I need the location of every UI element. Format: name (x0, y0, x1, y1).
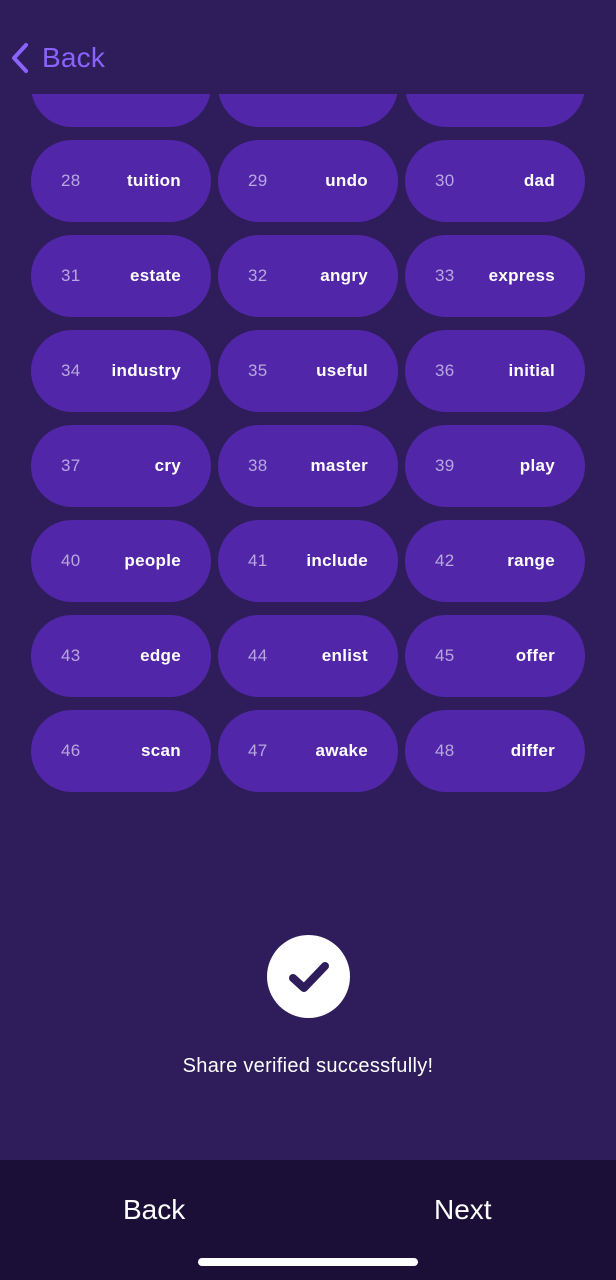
word-text: angry (320, 266, 368, 285)
word-number: 43 (61, 646, 81, 665)
word-number: 33 (435, 266, 455, 285)
word-text: estate (130, 266, 181, 285)
word-number: 36 (435, 361, 455, 380)
word-number: 40 (61, 551, 81, 570)
word-pill: 36 initial (405, 330, 585, 412)
word-grid: 28 tuition 29 undo 30 dad 31 estate 32 angry 33 exp… (31, 94, 585, 792)
word-pill (405, 94, 585, 127)
word-pill: 40 people (31, 520, 211, 602)
word-pill: 48 differ (405, 710, 585, 792)
word-pill: 28 tuition (31, 140, 211, 222)
word-number: 30 (435, 171, 455, 190)
top-bar: Back (0, 0, 616, 94)
word-pill: 39 play (405, 425, 585, 507)
word-number: 37 (61, 456, 81, 475)
word-text: express (488, 266, 555, 285)
back-link-label: Back (42, 42, 106, 73)
word-text: industry (111, 361, 181, 380)
word-text: play (519, 456, 555, 475)
word-pill: 34 industry (31, 330, 211, 412)
word-pill: 38 master (218, 425, 398, 507)
word-number: 45 (435, 646, 455, 665)
word-number: 38 (248, 456, 268, 475)
next-button[interactable]: Next (434, 1190, 492, 1230)
word-number: 47 (248, 741, 268, 760)
back-button[interactable]: Back (123, 1190, 185, 1230)
back-link[interactable]: Back (10, 38, 105, 78)
word-text: tuition (126, 171, 181, 190)
word-pill: 41 include (218, 520, 398, 602)
word-text: include (306, 551, 368, 570)
word-number: 28 (61, 171, 81, 190)
word-text: initial (508, 361, 555, 380)
word-text: cry (154, 456, 181, 475)
bottom-bar: Back Next (0, 1160, 616, 1280)
word-text: enlist (321, 646, 368, 665)
home-indicator (198, 1258, 418, 1266)
word-number: 35 (248, 361, 268, 380)
word-number: 29 (248, 171, 268, 190)
word-text: people (124, 551, 181, 570)
word-text: useful (316, 361, 368, 380)
word-number: 34 (61, 361, 81, 380)
word-pill (31, 94, 211, 127)
word-text: scan (141, 741, 181, 760)
word-pill: 43 edge (31, 615, 211, 697)
word-pill: 35 useful (218, 330, 398, 412)
word-pill (218, 94, 398, 127)
word-pill: 37 cry (31, 425, 211, 507)
word-text: awake (315, 741, 368, 760)
word-pill: 30 dad (405, 140, 585, 222)
checkmark-icon (288, 961, 329, 992)
word-number: 32 (248, 266, 268, 285)
word-pill: 45 offer (405, 615, 585, 697)
word-pill: 31 estate (31, 235, 211, 317)
word-pill: 46 scan (31, 710, 211, 792)
word-text: range (507, 551, 555, 570)
word-pill: 44 enlist (218, 615, 398, 697)
word-text: master (310, 456, 368, 475)
word-number: 31 (61, 266, 81, 285)
success-badge (267, 935, 350, 1018)
chevron-left-icon (12, 43, 28, 73)
success-message: Share verified successfully! (182, 1055, 434, 1077)
word-grid-scroll[interactable]: 28 tuition 29 undo 30 dad 31 estate 32 angry 33 exp… (0, 94, 616, 814)
word-pill: 47 awake (218, 710, 398, 792)
word-pill: 33 express (405, 235, 585, 317)
word-pill: 29 undo (218, 140, 398, 222)
word-pill: 32 angry (218, 235, 398, 317)
word-text: offer (515, 646, 555, 665)
word-text: dad (523, 171, 555, 190)
word-text: edge (140, 646, 181, 665)
word-text: differ (510, 741, 555, 760)
word-number: 44 (248, 646, 268, 665)
word-number: 41 (248, 551, 268, 570)
word-number: 46 (61, 741, 81, 760)
word-number: 39 (435, 456, 455, 475)
word-pill: 42 range (405, 520, 585, 602)
word-text: undo (325, 171, 368, 190)
word-number: 48 (435, 741, 455, 760)
word-number: 42 (435, 551, 455, 570)
